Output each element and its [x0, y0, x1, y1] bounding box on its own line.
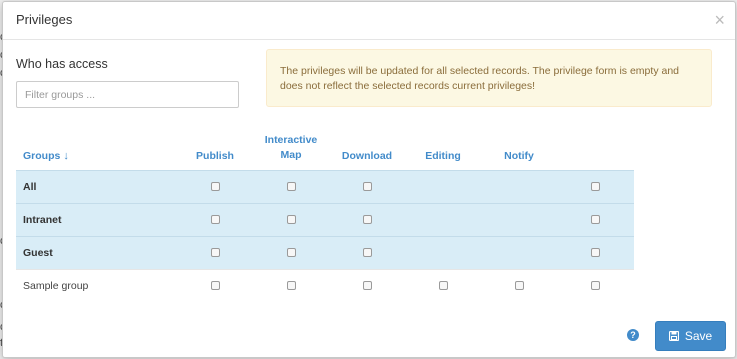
question-circle-icon[interactable]: ? — [627, 329, 639, 341]
column-header-publish[interactable]: Publish — [180, 149, 250, 164]
privilege-checkbox[interactable] — [362, 215, 372, 224]
privilege-checkbox[interactable] — [286, 182, 296, 191]
floppy-disk-icon — [668, 331, 679, 341]
group-name: Guest — [23, 247, 53, 259]
privilege-checkbox[interactable] — [590, 182, 600, 191]
privilege-checkbox[interactable] — [286, 281, 296, 290]
privilege-checkbox[interactable] — [590, 215, 600, 224]
privilege-checkbox[interactable] — [362, 248, 372, 257]
privilege-checkbox[interactable] — [590, 281, 600, 290]
table-row: Sample group — [16, 269, 634, 302]
save-button-label: Save — [684, 329, 713, 343]
group-name: Sample group — [23, 280, 89, 292]
table-row: Intranet — [16, 203, 634, 236]
privilege-checkbox[interactable] — [514, 281, 524, 290]
privilege-checkbox[interactable] — [210, 281, 220, 290]
privilege-checkbox[interactable] — [210, 182, 220, 191]
column-header-interactive-map[interactable]: Interactive Map — [256, 133, 326, 163]
table-row: All — [16, 170, 634, 203]
privilege-checkbox[interactable] — [210, 248, 220, 257]
modal-title: Privileges — [16, 12, 73, 27]
save-button[interactable]: Save — [655, 321, 726, 351]
privilege-checkbox[interactable] — [438, 281, 448, 290]
column-header-download[interactable]: Download — [332, 149, 402, 164]
modal-header: Privileges × — [3, 2, 735, 40]
privilege-checkbox[interactable] — [286, 248, 296, 257]
column-header-notify[interactable]: Notify — [484, 149, 554, 164]
groups-column-header[interactable]: Groups ↓ — [23, 149, 69, 164]
group-name: All — [23, 181, 37, 193]
column-header-editing[interactable]: Editing — [408, 149, 478, 164]
who-has-access-label: Who has access — [16, 57, 108, 71]
privilege-checkbox[interactable] — [362, 281, 372, 290]
privilege-checkbox[interactable] — [362, 182, 372, 191]
privilege-checkbox[interactable] — [210, 215, 220, 224]
warning-alert: The privileges will be updated for all s… — [266, 49, 712, 107]
privileges-modal: Privileges × Who has access The privileg… — [2, 1, 736, 358]
table-row: Guest — [16, 236, 634, 269]
groups-header-label: Groups — [23, 150, 61, 162]
privilege-checkbox[interactable] — [286, 215, 296, 224]
group-name: Intranet — [23, 214, 62, 226]
close-icon[interactable]: × — [714, 11, 725, 29]
filter-groups-input[interactable] — [16, 81, 239, 108]
privilege-checkbox[interactable] — [590, 248, 600, 257]
arrow-down-icon: ↓ — [63, 150, 69, 162]
